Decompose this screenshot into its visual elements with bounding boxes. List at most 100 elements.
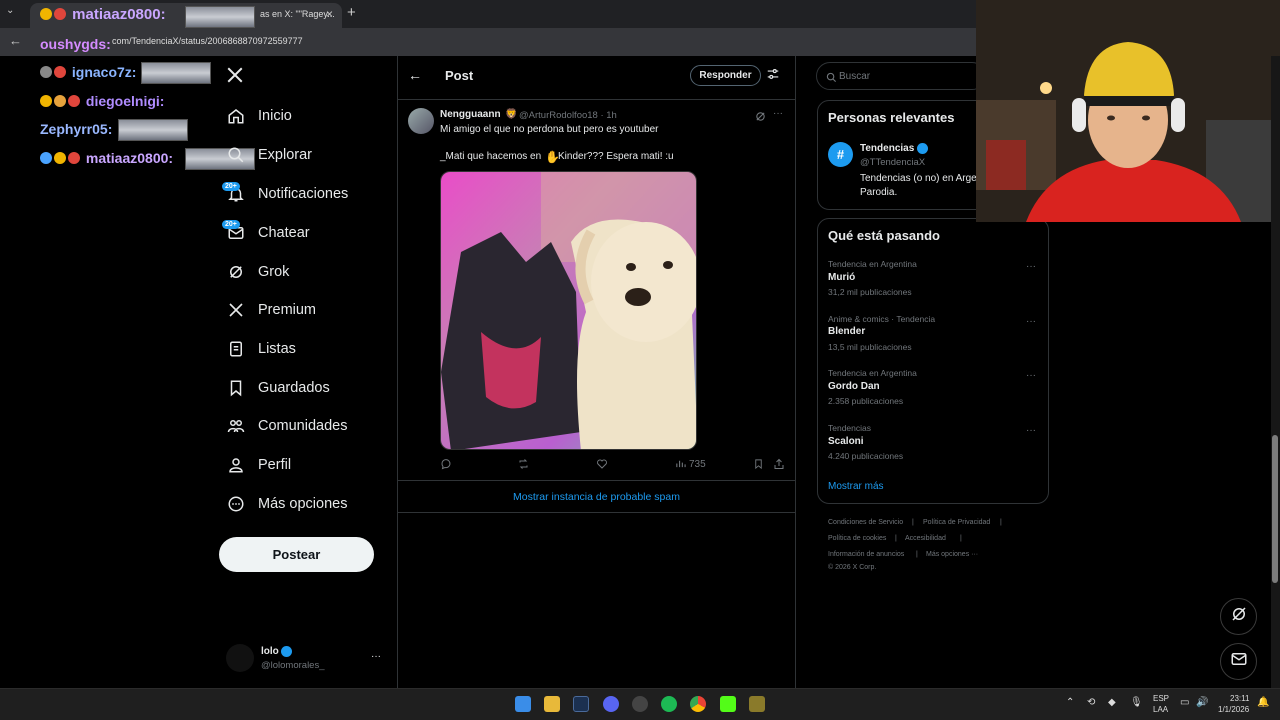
views-icon[interactable] <box>675 458 686 472</box>
chat-username: oushygds: <box>40 36 111 52</box>
chat-badge-icon <box>40 66 52 78</box>
trend-more-icon[interactable]: ··· <box>1026 370 1036 381</box>
language-indicator[interactable]: ESP <box>1153 694 1169 703</box>
chat-emote-image <box>118 119 188 141</box>
search-input[interactable]: Buscar <box>816 62 986 90</box>
grok-analyze-icon[interactable] <box>755 109 766 127</box>
verified-badge-icon <box>917 143 928 154</box>
chat-badge-icon <box>40 95 52 107</box>
volume-icon[interactable]: 🔊 <box>1196 697 1208 708</box>
more-circle-icon <box>226 494 246 514</box>
search-icon <box>826 70 837 88</box>
nav-label: Más opciones <box>258 496 348 512</box>
footer-link[interactable]: Política de cookies <box>828 535 886 542</box>
discord-icon[interactable] <box>603 696 619 712</box>
chrome-icon[interactable] <box>690 696 706 712</box>
tweet-more-icon[interactable]: ··· <box>773 108 783 119</box>
scrollbar-thumb[interactable] <box>1272 435 1278 583</box>
tweet-author[interactable]: Nengguaann <box>440 109 501 120</box>
nav-communities[interactable]: Comunidades <box>226 411 347 441</box>
network-icon[interactable]: ▭ <box>1180 697 1189 708</box>
tweet-media-image[interactable] <box>440 171 697 450</box>
url-text[interactable]: com/TendenciaX/status/200686887097255977… <box>112 36 303 46</box>
tray-mic-icon[interactable]: 🎙 <box>1130 697 1143 708</box>
notification-bell-icon[interactable]: 🔔 <box>1257 697 1269 708</box>
nav-explore[interactable]: Explorar <box>226 140 312 170</box>
trend-more-icon[interactable]: ··· <box>1026 316 1036 327</box>
address-bar: ← com/TendenciaX/status/2006868870972559… <box>0 28 980 56</box>
spotify-icon[interactable] <box>661 696 677 712</box>
bookmark-icon[interactable] <box>753 458 764 473</box>
footer-separator: | <box>916 551 918 558</box>
account-menu-icon[interactable]: ··· <box>371 651 381 662</box>
avatar[interactable] <box>226 644 254 672</box>
post-button[interactable]: Postear <box>219 537 374 572</box>
share-icon[interactable] <box>773 458 785 473</box>
footer-link[interactable]: Condiciones de Servicio <box>828 519 903 526</box>
nav-grok[interactable]: Grok <box>226 257 289 287</box>
steam-icon[interactable] <box>573 696 589 712</box>
filter-settings-icon[interactable] <box>766 67 780 86</box>
page-scrollbar[interactable] <box>1271 56 1280 688</box>
x-logo-icon[interactable] <box>226 66 246 86</box>
chat-badge-icon <box>54 8 66 20</box>
tray-chevron-icon[interactable]: ⌃ <box>1066 697 1074 708</box>
footer-link[interactable]: Información de anuncios <box>828 551 904 558</box>
account-handle: @lolomorales_ <box>261 660 325 671</box>
reply-button[interactable]: Responder <box>690 65 761 86</box>
start-windows-icon[interactable] <box>515 696 531 712</box>
tweet-avatar[interactable] <box>408 108 434 134</box>
trend-meta: Tendencias <box>828 423 872 433</box>
tray-app-icon[interactable]: ⟲ <box>1087 697 1095 708</box>
tray-shield-icon[interactable]: ◆ <box>1108 697 1116 708</box>
clock-date[interactable]: 1/1/2026 <box>1218 705 1249 714</box>
repost-icon[interactable] <box>517 458 530 473</box>
trend-more-icon[interactable]: ··· <box>1026 425 1036 436</box>
kick-icon[interactable] <box>720 696 736 712</box>
nav-profile[interactable]: Perfil <box>226 450 291 480</box>
show-more-link[interactable]: Mostrar más <box>828 481 884 492</box>
nav-home[interactable]: Inicio <box>226 101 292 131</box>
messages-fab-button[interactable] <box>1220 643 1257 680</box>
back-arrow-icon[interactable]: ← <box>408 67 422 83</box>
nav-label: Premium <box>258 302 317 318</box>
relevant-bio: Parodia. <box>860 187 898 198</box>
hashtag-avatar-icon[interactable]: # <box>828 142 853 167</box>
footer-link[interactable]: Política de Privacidad <box>923 519 990 526</box>
browser-back-icon[interactable]: ← <box>9 33 22 48</box>
footer-link[interactable]: Más opciones ··· <box>926 551 978 558</box>
tweet-handle-time: @ArturRodolfoo18 · 1h <box>519 110 617 121</box>
obs-icon[interactable] <box>632 696 648 712</box>
nav-premium[interactable]: Premium <box>226 295 316 325</box>
clock-time[interactable]: 23:11 <box>1230 694 1249 703</box>
chat-badge-icon <box>40 152 52 164</box>
tab-close-icon[interactable]: × <box>326 7 333 21</box>
nav-label: Notificaciones <box>258 186 349 202</box>
footer-separator: | <box>912 519 914 526</box>
nav-label: Comunidades <box>258 418 348 434</box>
nav-notifications[interactable]: Notificaciones <box>226 179 348 209</box>
trend-name: Murió <box>828 272 856 283</box>
nav-bookmarks[interactable]: Guardados <box>226 373 330 403</box>
language-indicator[interactable]: LAA <box>1153 705 1168 714</box>
new-tab-button[interactable]: + <box>347 4 356 21</box>
trend-more-icon[interactable]: ··· <box>1026 261 1036 272</box>
nav-more[interactable]: Más opciones <box>226 489 347 519</box>
like-icon[interactable] <box>596 458 608 473</box>
grok-fab-button[interactable] <box>1220 598 1257 635</box>
app-icon[interactable] <box>749 696 765 712</box>
show-spam-link[interactable]: Mostrar instancia de probable spam <box>513 491 680 503</box>
footer-link[interactable]: Accesibilidad <box>905 535 946 542</box>
relevant-people-title: Personas relevantes <box>828 110 955 125</box>
grok-icon <box>1230 605 1248 628</box>
chat-message: matiaaz0800: <box>40 150 173 166</box>
reply-icon[interactable] <box>440 458 452 473</box>
tab-list-chevron-icon[interactable]: ⌄ <box>6 5 14 16</box>
relevant-handle: @TTendenciaX <box>860 157 926 168</box>
page-title: Post <box>445 68 474 83</box>
trends-title: Qué está pasando <box>828 228 940 243</box>
relevant-name[interactable]: Tendencias <box>860 143 914 154</box>
nav-lists[interactable]: Listas <box>226 334 296 364</box>
webcam-overlay <box>976 0 1280 222</box>
file-explorer-icon[interactable] <box>544 696 560 712</box>
